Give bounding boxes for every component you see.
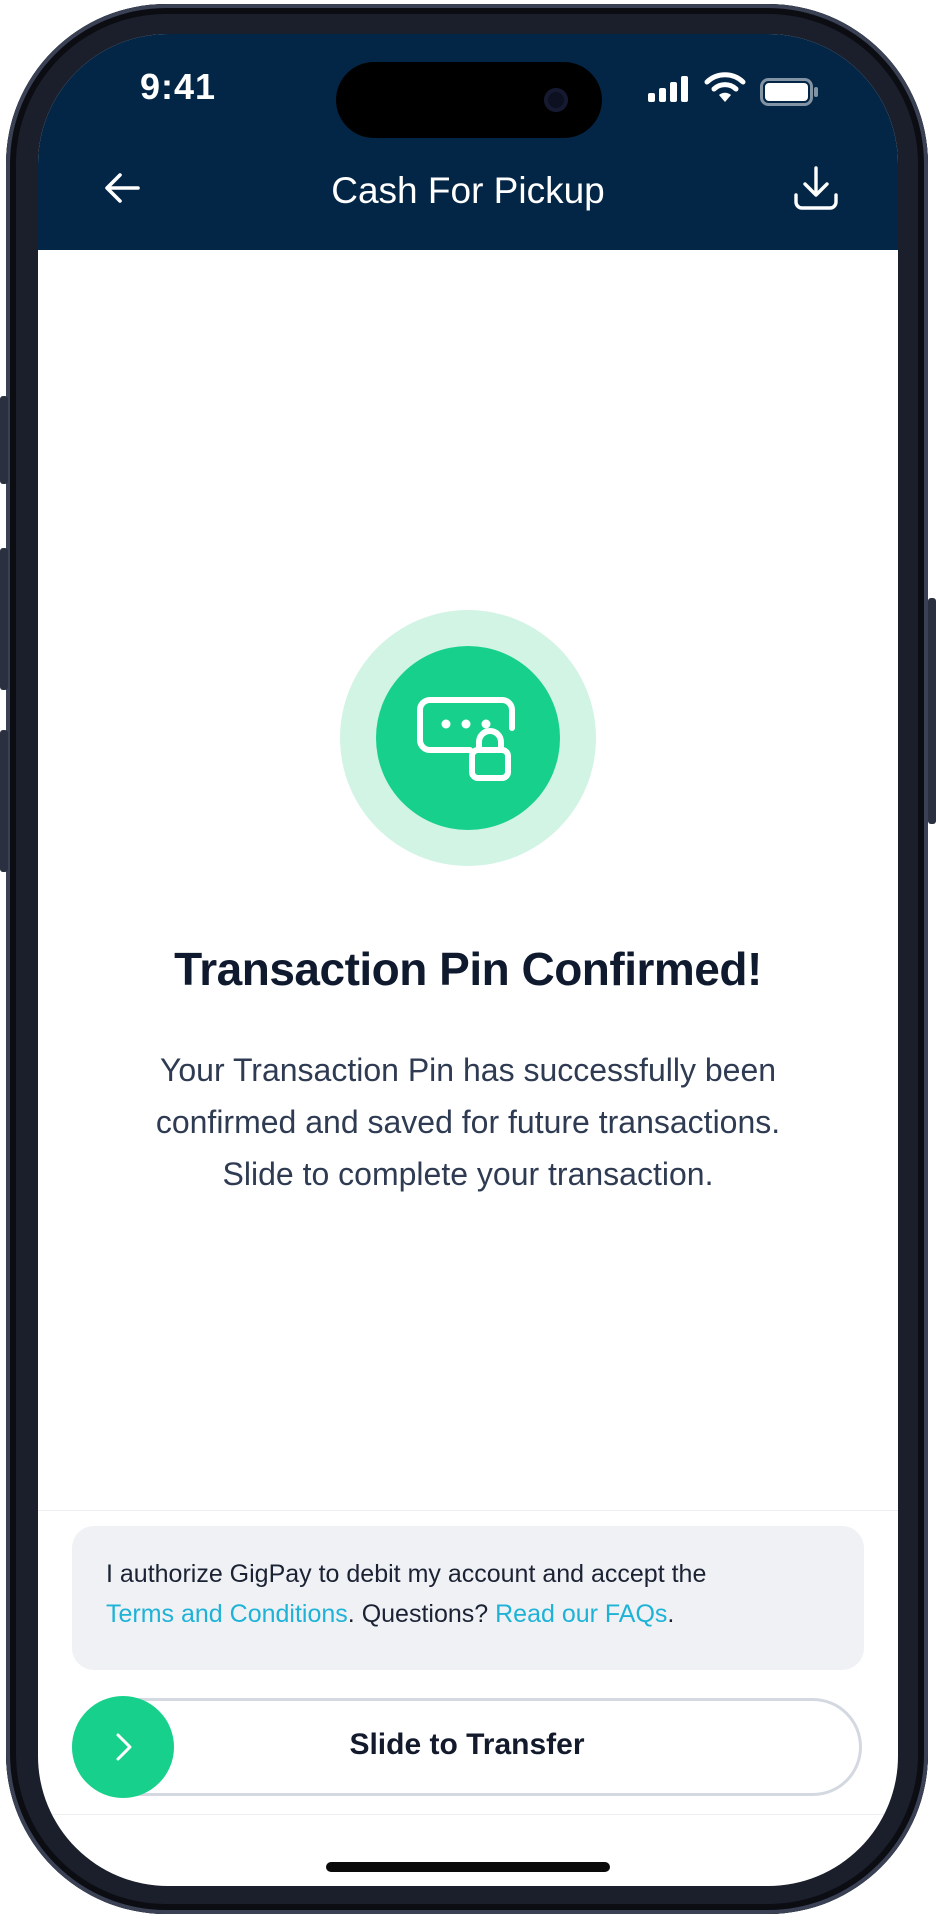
authorization-text-start: I authorize GigPay to debit my account a… [106, 1560, 707, 1588]
page-title: Cash For Pickup [331, 170, 605, 211]
confirmation-description: Your Transaction Pin has successfully be… [78, 1044, 858, 1200]
dynamic-island [336, 62, 602, 138]
wifi-icon [704, 72, 746, 102]
volume-up-button [0, 548, 8, 690]
volume-down-button [0, 730, 8, 872]
confirmation-title: Transaction Pin Confirmed! [174, 943, 762, 995]
download-icon[interactable] [790, 162, 842, 214]
success-badge [340, 610, 596, 866]
authorization-text-end: . [667, 1600, 675, 1628]
camera-icon [544, 88, 568, 112]
keyboard-lock-icon [417, 697, 515, 781]
description-line: Slide to complete your transaction. [222, 1156, 714, 1192]
signal-icon [648, 76, 690, 102]
power-button [928, 598, 936, 824]
header: 9:41 Cash For Pickup [38, 34, 898, 250]
description-line: confirmed and saved for future transacti… [155, 1104, 781, 1140]
slide-to-transfer[interactable]: Slide to Transfer [72, 1696, 862, 1798]
action-button [0, 396, 8, 484]
battery-icon [760, 78, 818, 106]
home-indicator[interactable] [326, 1862, 610, 1872]
description-line: Your Transaction Pin has successfully be… [159, 1052, 777, 1088]
authorization-text-middle: . Questions? [347, 1600, 496, 1628]
authorization-text: I authorize GigPay to debit my account a… [106, 1554, 846, 1634]
terms-link[interactable]: Terms and Conditions [106, 1600, 348, 1628]
authorization-notice: I authorize GigPay to debit my account a… [72, 1526, 864, 1670]
chevron-right-icon [116, 1733, 132, 1761]
slider-label: Slide to Transfer [349, 1728, 585, 1761]
divider [38, 1814, 898, 1815]
status-time: 9:41 [140, 66, 217, 107]
divider [38, 1510, 898, 1511]
screen: 9:41 Cash For Pickup Transaction Pin Con… [38, 34, 898, 1886]
faq-link[interactable]: Read our FAQs [495, 1600, 667, 1628]
slider-handle[interactable] [72, 1696, 174, 1798]
success-badge-core [376, 646, 560, 830]
